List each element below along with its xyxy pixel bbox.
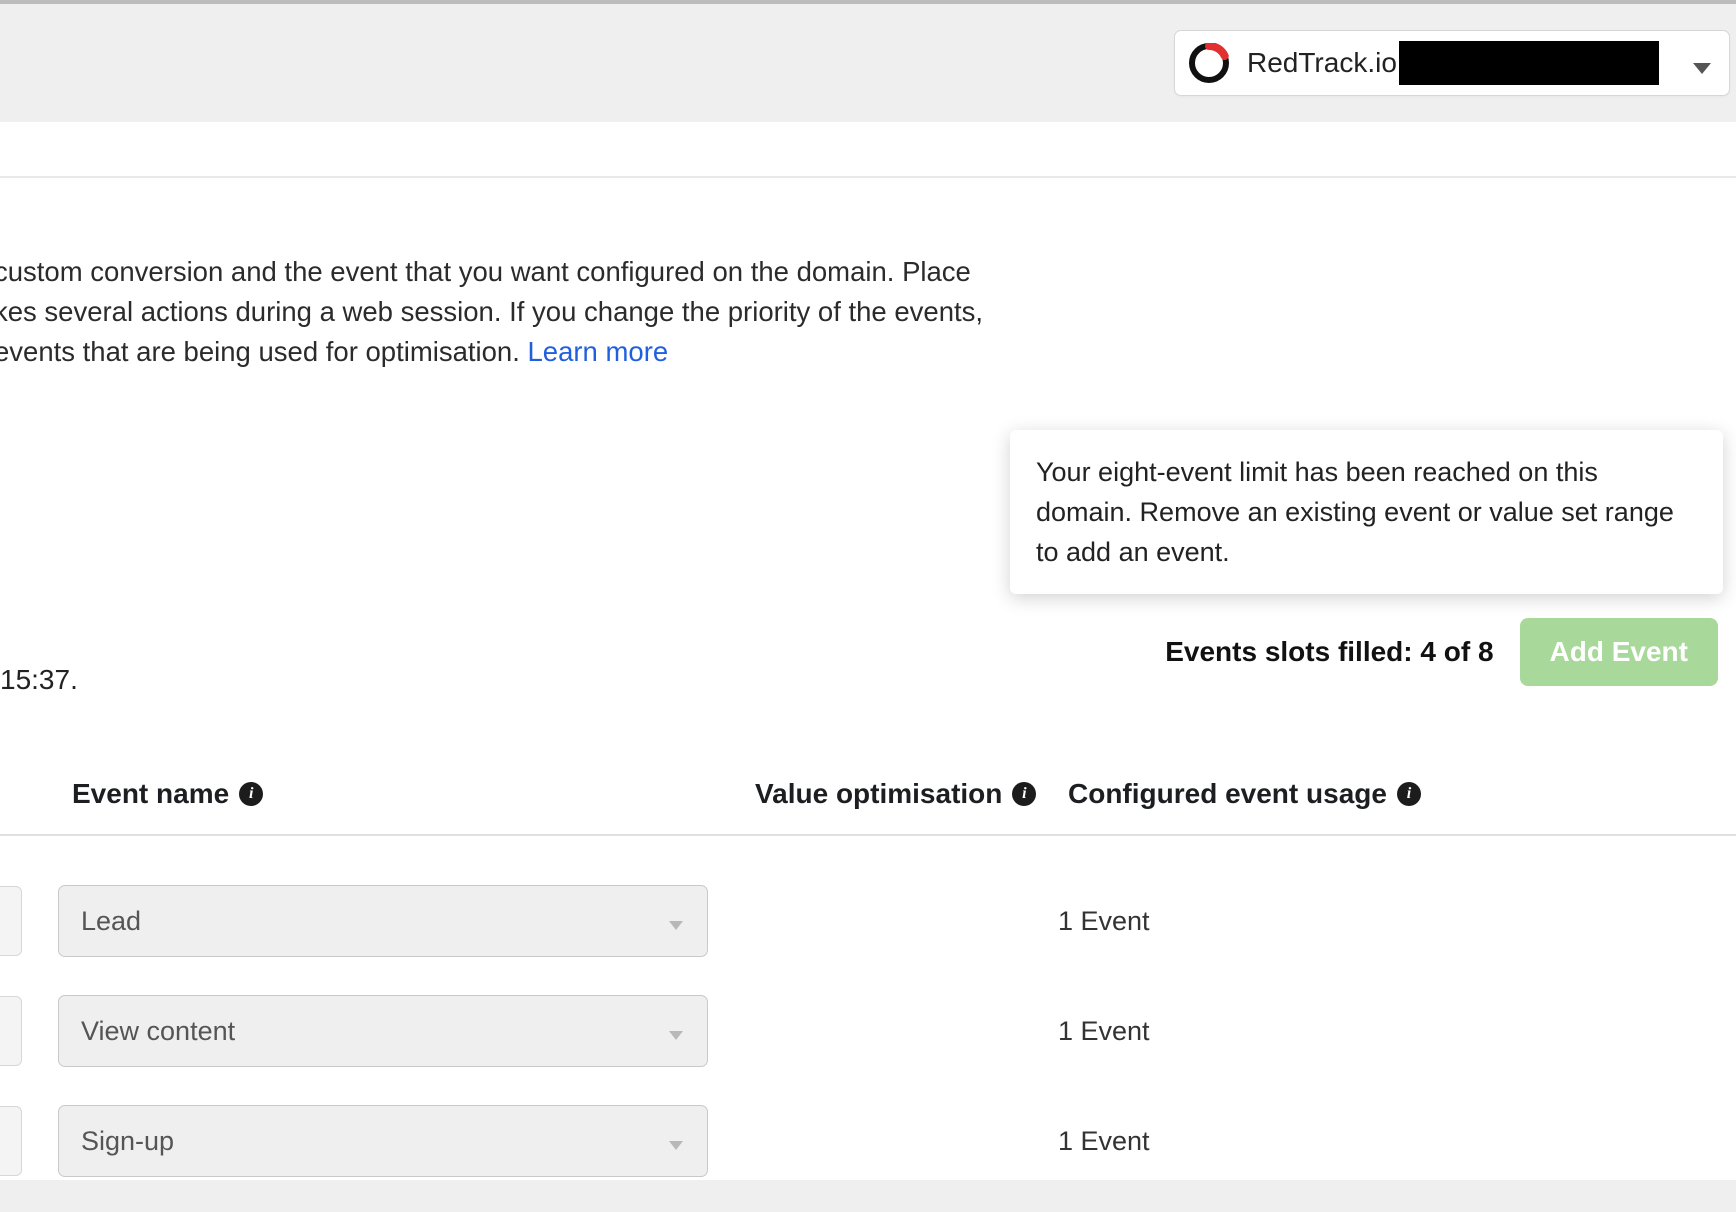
- info-icon[interactable]: [1397, 782, 1421, 806]
- account-selector[interactable]: RedTrack.io: [1174, 30, 1730, 96]
- timestamp: 15:37.: [0, 664, 78, 696]
- drag-handle[interactable]: [0, 996, 22, 1066]
- topbar: RedTrack.io: [0, 4, 1736, 122]
- info-icon[interactable]: [239, 782, 263, 806]
- event-name-select[interactable]: Lead: [58, 885, 708, 957]
- content: custom conversion and the event that you…: [0, 178, 1736, 372]
- header-value-optimisation: Value optimisation: [755, 778, 1036, 810]
- learn-more-link[interactable]: Learn more: [528, 336, 669, 367]
- usage-cell: 1 Event: [1058, 906, 1150, 937]
- table-rows: Lead 1 Event View content 1 Event Sign-up 1 E…: [0, 866, 1736, 1212]
- tooltip-text: Your eight-event limit has been reached …: [1036, 457, 1674, 567]
- page: RedTrack.io custom conversion and the ev…: [0, 0, 1736, 1212]
- slots-filled-label: Events slots filled: 4 of 8: [1165, 636, 1493, 668]
- header-event-name: Event name: [72, 778, 263, 810]
- select-value: Sign-up: [81, 1126, 174, 1157]
- description-line: events that are being used for optimisat…: [0, 336, 528, 367]
- drag-handle[interactable]: [0, 1106, 22, 1176]
- drag-handle[interactable]: [0, 886, 22, 956]
- usage-cell: 1 Event: [1058, 1016, 1150, 1047]
- description-line: kes several actions during a web session…: [0, 296, 983, 327]
- description-text: custom conversion and the event that you…: [0, 178, 1044, 372]
- header-label: Event name: [72, 778, 229, 810]
- account-name: RedTrack.io: [1247, 47, 1397, 79]
- chevron-down-icon: [669, 1126, 683, 1157]
- sub-toolbar: [0, 122, 1736, 178]
- description-line: custom conversion and the event that you…: [0, 256, 971, 287]
- footer-strip: [0, 1180, 1736, 1212]
- event-name-select[interactable]: Sign-up: [58, 1105, 708, 1177]
- redtrack-icon: [1189, 43, 1229, 83]
- info-icon[interactable]: [1012, 782, 1036, 806]
- header-configured-usage: Configured event usage: [1068, 778, 1421, 810]
- add-event-button[interactable]: Add Event: [1520, 618, 1718, 686]
- slots-row: Events slots filled: 4 of 8 Add Event: [1165, 618, 1718, 686]
- limit-tooltip: Your eight-event limit has been reached …: [1010, 430, 1723, 594]
- header-label: Configured event usage: [1068, 778, 1387, 810]
- table-row: Lead 1 Event: [0, 866, 1736, 976]
- header-label: Value optimisation: [755, 778, 1002, 810]
- select-value: Lead: [81, 906, 141, 937]
- table-header: Event name Value optimisation Configured…: [0, 754, 1736, 836]
- chevron-down-icon: [1693, 61, 1711, 79]
- chevron-down-icon: [669, 1016, 683, 1047]
- table-row: View content 1 Event: [0, 976, 1736, 1086]
- account-redacted: [1399, 41, 1659, 85]
- chevron-down-icon: [669, 906, 683, 937]
- select-value: View content: [81, 1016, 235, 1047]
- usage-cell: 1 Event: [1058, 1126, 1150, 1157]
- event-name-select[interactable]: View content: [58, 995, 708, 1067]
